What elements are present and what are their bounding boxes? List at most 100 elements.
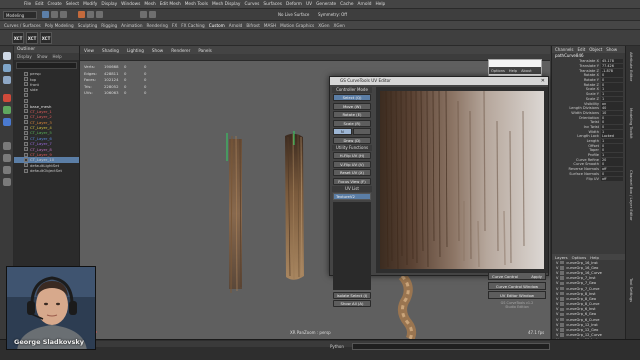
shelf-tab-xgen[interactable]: XGen — [318, 23, 329, 28]
channel-value-field[interactable]: 20 — [601, 157, 623, 162]
menu-uv[interactable]: UV — [306, 2, 312, 7]
shelf-tab-custom[interactable]: Custom — [209, 23, 225, 28]
layer-visibility-toggle[interactable]: V — [556, 323, 558, 327]
visibility-checkbox[interactable] — [24, 168, 28, 173]
layer-visibility-toggle[interactable]: V — [556, 287, 558, 291]
layer-visibility-toggle[interactable]: V — [556, 281, 558, 285]
layer-color-swatch[interactable] — [560, 266, 565, 270]
shelf-tab-fx[interactable]: FX — [172, 23, 177, 28]
viewport-menu-renderer[interactable]: Renderer — [171, 48, 190, 53]
mini-menu-help[interactable]: Help — [509, 69, 517, 73]
visibility-checkbox[interactable] — [24, 147, 28, 152]
layer-visibility-toggle[interactable]: V — [556, 292, 558, 296]
menu-cache[interactable]: Cache — [340, 2, 353, 7]
tab-modeling-toolkit[interactable]: Modeling Toolkit — [629, 108, 634, 139]
shelf-tab-rigging[interactable]: Rigging — [101, 23, 117, 28]
ipr-render-icon[interactable] — [149, 11, 156, 18]
visibility-checkbox[interactable] — [24, 71, 28, 76]
menu-mesh-tools[interactable]: Mesh Tools — [185, 2, 208, 7]
visibility-checkbox[interactable] — [24, 77, 28, 82]
uv-editor-window-button[interactable]: UV Editor Window — [488, 291, 546, 299]
move-tool-icon[interactable] — [3, 94, 11, 102]
menu-deform[interactable]: Deform — [286, 2, 302, 7]
select-by-hierarchy-icon[interactable] — [42, 11, 49, 18]
viewport-menu-lighting[interactable]: Lighting — [127, 48, 144, 53]
visibility-checkbox[interactable] — [24, 152, 28, 157]
channel-value-field[interactable]: on — [601, 101, 623, 106]
rotate-tool-icon[interactable] — [3, 106, 11, 114]
visibility-checkbox[interactable] — [24, 163, 28, 168]
layer-color-swatch[interactable] — [560, 271, 565, 275]
symmetry-label[interactable]: Symmetry: Off — [318, 12, 347, 17]
layer-visibility-toggle[interactable]: V — [556, 276, 558, 280]
layer-visibility-toggle[interactable]: V — [556, 328, 558, 332]
lasso-tool-icon[interactable] — [3, 64, 11, 72]
channel-value-field[interactable]: 0 — [601, 171, 623, 176]
focus-view-button[interactable]: Focus View (F) — [333, 177, 371, 185]
layer-visibility-toggle[interactable]: V — [556, 307, 558, 311]
layer-color-swatch[interactable] — [560, 302, 565, 306]
v-flip-uv-button[interactable]: V-Flip UV (V) — [333, 160, 371, 168]
snap-grid-icon[interactable] — [78, 11, 85, 18]
layer-color-swatch[interactable] — [560, 328, 565, 332]
outliner-search-input[interactable] — [16, 62, 77, 69]
viewport-menu-show[interactable]: Show — [152, 48, 163, 53]
outliner-item[interactable]: defaultObjectSet — [14, 168, 79, 173]
visibility-checkbox[interactable] — [24, 141, 28, 146]
viewport-menu-view[interactable]: View — [84, 48, 94, 53]
snap-curve-icon[interactable] — [87, 11, 94, 18]
layer-color-swatch[interactable] — [560, 307, 565, 312]
channel-value-field[interactable]: 0 — [601, 148, 623, 153]
rotate-button[interactable]: Rotate (E) — [333, 111, 371, 118]
layer-color-swatch[interactable] — [560, 260, 565, 265]
layer-color-swatch[interactable] — [560, 333, 565, 337]
visibility-checkbox[interactable] — [24, 136, 28, 141]
outliner-menu-display[interactable]: Display — [17, 54, 32, 59]
braid-mesh[interactable] — [398, 272, 417, 339]
channel-value-field[interactable]: 1 — [601, 96, 623, 101]
live-surface-label[interactable]: No Live Surface — [278, 12, 309, 17]
channel-value-field[interactable]: 1 — [601, 129, 623, 134]
menu-create[interactable]: Create — [48, 2, 62, 7]
shelf-tab-rendering[interactable]: Rendering — [147, 23, 168, 28]
channel-value-field[interactable]: 0 — [601, 115, 623, 120]
shelf-tab-mash[interactable]: MASH — [264, 23, 276, 28]
mini-menu-options[interactable]: Options — [491, 69, 505, 73]
visibility-checkbox[interactable] — [24, 114, 28, 119]
layout-side-icon[interactable] — [3, 166, 11, 174]
draw-button[interactable]: Draw (D) — [333, 136, 371, 144]
channel-value-field[interactable]: off — [601, 167, 623, 172]
layer-visibility-toggle[interactable]: V — [556, 266, 558, 270]
command-line-input[interactable] — [352, 343, 550, 350]
menu-mesh[interactable]: Mesh — [144, 2, 155, 7]
visibility-checkbox[interactable] — [24, 82, 28, 87]
channel-value-field[interactable]: Locked — [601, 134, 623, 139]
layer-visibility-toggle[interactable]: V — [556, 333, 558, 337]
menu-select[interactable]: Select — [66, 2, 79, 7]
tab-channel-box[interactable]: Channel Box / Layer Editor — [629, 170, 634, 221]
uv-editor-titlebar[interactable]: GS CurveTools UV Editor ✕ — [330, 77, 548, 85]
scale-button[interactable]: Scale (R) — [333, 119, 371, 127]
menu-edit-mesh[interactable]: Edit Mesh — [160, 2, 181, 7]
visibility-checkbox[interactable] — [24, 87, 28, 92]
layer-color-swatch[interactable] — [560, 291, 565, 296]
reset-uv-button[interactable]: Reset UV (X) — [333, 169, 371, 176]
visibility-checkbox[interactable] — [24, 120, 28, 125]
uv-texture-canvas[interactable] — [380, 91, 544, 269]
layer-visibility-toggle[interactable]: V — [556, 312, 558, 316]
viewport-menu-panels[interactable]: Panels — [198, 48, 211, 53]
shelf-tab-animation[interactable]: Animation — [121, 23, 142, 28]
curve-control-window-button[interactable]: Curve Control Window — [488, 281, 546, 290]
channel-value-field[interactable]: 1 — [601, 139, 623, 144]
move-button[interactable]: Move (W) — [333, 102, 371, 110]
outliner-menu-help[interactable]: Help — [53, 54, 62, 59]
channel-value-field[interactable]: 0 — [601, 124, 623, 129]
visibility-checkbox[interactable] — [24, 125, 28, 130]
scale-mode-option[interactable] — [352, 128, 371, 135]
shelf-tab-motion-graphics[interactable]: Motion Graphics — [280, 23, 314, 28]
layer-visibility-toggle[interactable]: V — [556, 261, 558, 265]
channel-row[interactable]: Flip UV off — [552, 176, 625, 181]
menu-display[interactable]: Display — [101, 2, 117, 7]
layer-visibility-toggle[interactable]: V — [556, 271, 558, 275]
channel-value-field[interactable]: 45.178 — [601, 59, 623, 64]
